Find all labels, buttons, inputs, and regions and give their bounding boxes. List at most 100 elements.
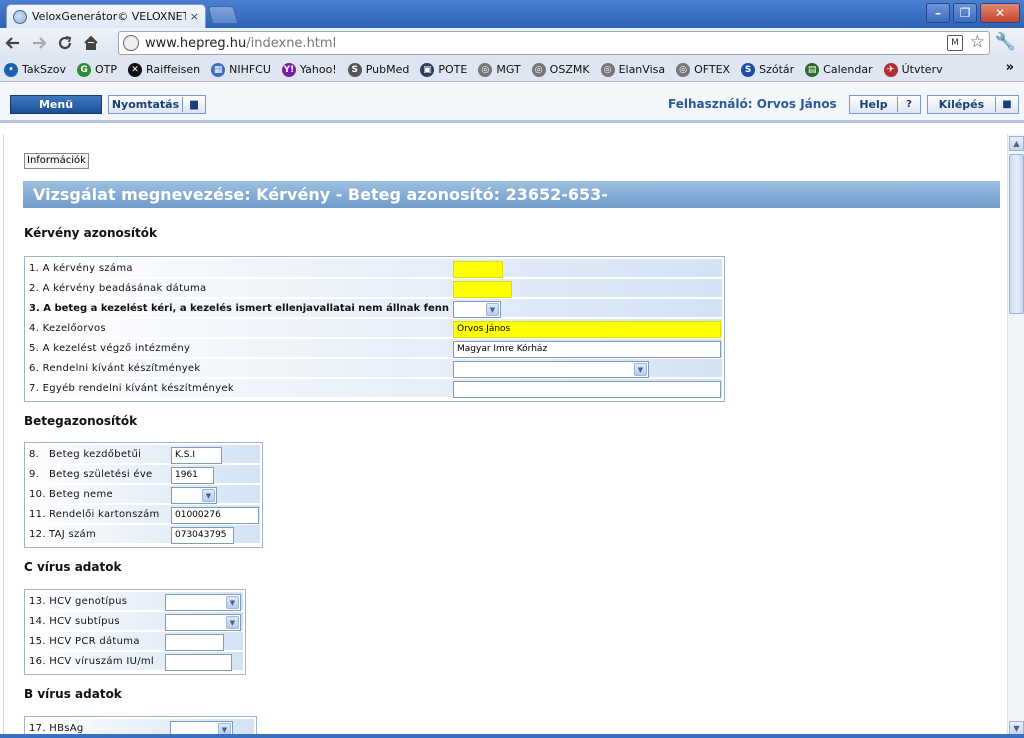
bookmark-item[interactable]: • TakSzov — [4, 62, 66, 77]
information-button[interactable]: Információk — [24, 153, 89, 169]
submission-date-input[interactable] — [453, 281, 512, 298]
field-number: 9. — [29, 469, 40, 480]
taj-input[interactable]: 073043795 — [171, 527, 234, 544]
hcv-pcr-date-input[interactable] — [165, 634, 224, 651]
vertical-scrollbar[interactable]: ▲ ▼ — [1007, 134, 1024, 738]
bookmark-item[interactable]: ▦ NIHFCU — [211, 62, 271, 77]
menu-button[interactable]: Menü — [10, 95, 102, 114]
bookmark-item[interactable]: ◎ OSZMK — [531, 62, 590, 77]
bookmarks-bar: • TakSzov G OTP ✕ Raiffeisen ▦ NIHFCU Y! Yahoo! S P… — [0, 58, 1024, 82]
bookmarks-overflow-icon[interactable]: » — [1006, 60, 1014, 75]
bookmark-item[interactable]: ▣ POTE — [420, 62, 468, 77]
form-row-submission-date: 2. A kérvény beadásának dátuma — [27, 279, 722, 299]
chart-number-input[interactable]: 01000276 — [171, 507, 259, 524]
browser-titlebar: VeloxGenerátor© VELOXNET K × – ❐ ✕ — [0, 0, 1024, 28]
products-select[interactable]: ▼ — [453, 361, 649, 378]
request-number-input[interactable] — [453, 261, 503, 278]
form-row-products: 6. Rendelni kívánt készítmények ▼ — [27, 359, 722, 379]
page-icon — [123, 35, 139, 51]
maximize-button[interactable]: ❐ — [953, 3, 977, 23]
consent-select[interactable]: ▼ — [453, 301, 501, 318]
chevron-down-icon: ▼ — [226, 616, 239, 629]
bookmark-icon: ◎ — [676, 62, 691, 77]
section-title-request: Kérvény azonosítók — [24, 226, 157, 240]
bookmark-item[interactable]: ◎ MGT — [478, 62, 521, 77]
bookmark-item[interactable]: ▤ Calendar — [805, 62, 873, 77]
other-products-input[interactable] — [453, 381, 721, 398]
hcv-viral-load-input[interactable] — [165, 654, 232, 671]
home-button[interactable] — [78, 30, 104, 56]
bookmark-item[interactable]: S PubMed — [347, 62, 410, 77]
hcv-genotype-select[interactable]: ▼ — [165, 594, 241, 611]
bookmark-icon: ✕ — [128, 62, 143, 77]
scroll-up-icon[interactable]: ▲ — [1009, 136, 1024, 151]
bookmark-icon: ◎ — [531, 62, 546, 77]
tab-close-icon[interactable]: × — [190, 10, 199, 23]
field-number: 10. — [29, 489, 46, 500]
chevron-down-icon: ▼ — [202, 489, 215, 502]
browser-tab[interactable]: VeloxGenerátor© VELOXNET K × — [6, 4, 206, 28]
form-row-other-products: 7. Egyéb rendelni kívánt készítmények — [27, 379, 722, 399]
section-title-patient: Betegazonosítók — [24, 414, 138, 428]
bookmark-item[interactable]: ◎ OFTEX — [676, 62, 731, 77]
forward-button[interactable] — [26, 30, 52, 56]
hcv-subtype-select[interactable]: ▼ — [165, 614, 241, 631]
exit-button[interactable]: Kilépés ■ — [927, 95, 1019, 114]
wrench-menu-icon[interactable]: 🔧 — [995, 32, 1016, 52]
home-icon — [84, 35, 98, 50]
bookmark-item[interactable]: S Szótár — [741, 62, 795, 77]
bookmark-label: Calendar — [823, 63, 873, 76]
address-bar[interactable]: www.hepreg.hu/indexne.html M ☆ — [118, 31, 990, 55]
help-button[interactable]: Help ? — [849, 95, 921, 114]
app-header: Menü Nyomtatás ▆ Felhasználó: Orvos Jáno… — [0, 83, 1024, 123]
institution-input[interactable]: Magyar Imre Kórház — [453, 341, 721, 358]
extension-icon[interactable]: M — [947, 35, 963, 51]
section-title-hbv: B vírus adatok — [24, 687, 122, 701]
chevron-down-icon: ▼ — [486, 303, 499, 316]
bookmark-icon: • — [4, 62, 18, 77]
bookmark-icon: ▣ — [420, 62, 435, 77]
bookmark-label: PubMed — [365, 63, 410, 76]
field-label: 1. A kérvény száma — [29, 263, 133, 274]
form-row-taj: 12. TAJ szám 073043795 — [27, 525, 260, 545]
form-row-chart-number: 11. Rendelői kartonszám 01000276 — [27, 505, 260, 525]
bookmark-item[interactable]: G OTP — [77, 62, 117, 77]
sex-select[interactable]: ▼ — [171, 487, 217, 504]
form-row-request-number: 1. A kérvény száma — [27, 259, 722, 279]
url-path: /indexne.html — [246, 35, 337, 51]
printer-icon: ▆ — [190, 99, 198, 110]
bookmark-label: Szótár — [759, 63, 795, 76]
bookmark-label: Útvterv — [901, 63, 943, 76]
print-button[interactable]: Nyomtatás ▆ — [108, 95, 206, 114]
birth-year-input[interactable]: 1961 — [171, 467, 214, 484]
print-label: Nyomtatás — [111, 98, 180, 111]
reload-button[interactable] — [52, 30, 78, 56]
bookmark-icon: ◎ — [478, 62, 493, 77]
browser-toolbar: www.hepreg.hu/indexne.html M ☆ 🔧 — [0, 28, 1024, 58]
form-row-sex: 10. Beteg neme ▼ — [27, 485, 260, 505]
field-number: 12. — [29, 529, 46, 540]
help-label: Help — [859, 98, 888, 111]
bookmark-label: POTE — [438, 63, 468, 76]
form-row-institution: 5. A kezelést végző intézmény Magyar Imr… — [27, 339, 722, 359]
tab-title: VeloxGenerátor© VELOXNET K — [32, 10, 186, 23]
initials-input[interactable]: K.S.I — [171, 447, 222, 464]
bookmark-item[interactable]: ◎ ElanVisa — [600, 62, 665, 77]
bookmark-label: NIHFCU — [229, 63, 271, 76]
bookmark-item[interactable]: Y! Yahoo! — [281, 62, 337, 77]
scroll-thumb[interactable] — [1009, 154, 1024, 314]
bookmark-star-icon[interactable]: ☆ — [970, 32, 985, 52]
form-row-physician: 4. Kezelőorvos Orvos János — [27, 319, 722, 339]
close-window-button[interactable]: ✕ — [980, 3, 1020, 23]
page-content: Információk Vizsgálat megnevezése: Kérvé… — [3, 134, 1006, 738]
bookmark-icon: G — [77, 62, 92, 77]
back-button[interactable] — [0, 30, 26, 56]
physician-input[interactable]: Orvos János — [453, 321, 721, 338]
new-tab-button[interactable] — [207, 6, 239, 24]
bookmark-label: OFTEX — [694, 63, 731, 76]
section-title-hcv: C vírus adatok — [24, 560, 122, 574]
bookmark-item[interactable]: ✈ Útvterv — [883, 62, 943, 77]
minimize-button[interactable]: – — [926, 3, 950, 23]
bookmark-item[interactable]: ✕ Raiffeisen — [128, 62, 201, 77]
bookmark-label: Raiffeisen — [146, 63, 201, 76]
